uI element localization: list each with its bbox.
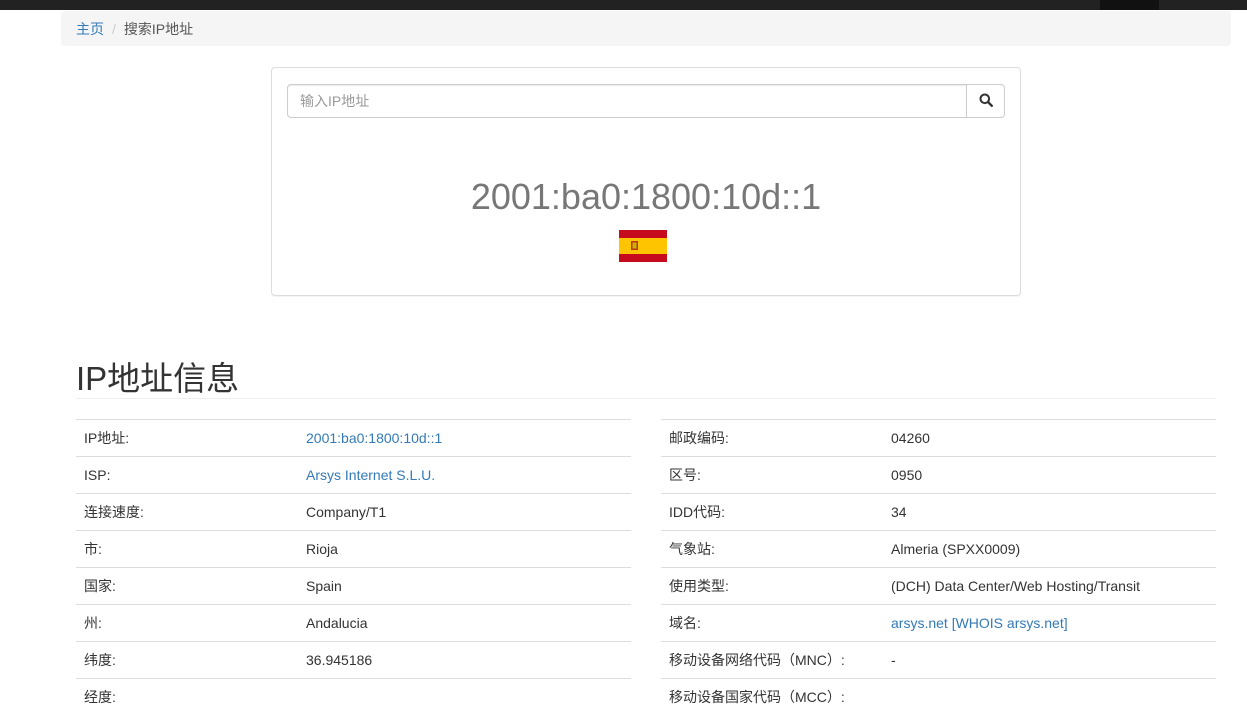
spain-flag-icon bbox=[619, 230, 667, 262]
row-label: 国家: bbox=[76, 567, 298, 605]
ip-info-table-right: 邮政编码: 04260 区号: 0950 IDD代码: 34 气象站: Almeria (SP… bbox=[661, 419, 1216, 716]
row-value: Almeria (SPXX0009) bbox=[891, 541, 1021, 557]
row-value-cell: 0950 bbox=[883, 456, 1216, 494]
row-value: 34 bbox=[891, 504, 907, 520]
table-row: ISP: Arsys Internet S.L.U. bbox=[76, 456, 631, 494]
search-panel: 2001:ba0:1800:10d::1 bbox=[271, 67, 1021, 296]
navbar-active-item[interactable] bbox=[1100, 0, 1159, 10]
breadcrumb-current: 搜索IP地址 bbox=[123, 20, 194, 37]
table-row: 移动设备国家代码（MCC）: bbox=[661, 678, 1216, 716]
row-label: 纬度: bbox=[76, 641, 298, 679]
row-value-cell: 36.945186 bbox=[298, 641, 631, 679]
table-row: 区号: 0950 bbox=[661, 456, 1216, 494]
row-label: 区号: bbox=[661, 456, 883, 494]
row-value-cell: Arsys Internet S.L.U. bbox=[298, 456, 631, 494]
row-value: 0950 bbox=[891, 467, 923, 483]
row-value: Company/T1 bbox=[306, 504, 387, 520]
row-value: (DCH) Data Center/Web Hosting/Transit bbox=[891, 578, 1140, 594]
row-label: 市: bbox=[76, 530, 298, 568]
row-label: 邮政编码: bbox=[661, 419, 883, 457]
row-label: 州: bbox=[76, 604, 298, 642]
row-value-cell: Almeria (SPXX0009) bbox=[883, 530, 1216, 568]
section-title: IP地址信息 bbox=[76, 360, 240, 397]
row-value: Andalucia bbox=[306, 615, 368, 631]
row-value-link[interactable]: Arsys Internet S.L.U. bbox=[306, 467, 435, 483]
row-value-cell: 04260 bbox=[883, 419, 1216, 457]
table-row: 移动设备网络代码（MNC）: - bbox=[661, 641, 1216, 679]
row-label: 移动设备网络代码（MNC）: bbox=[661, 641, 883, 679]
row-value-link[interactable]: arsys.net [WHOIS arsys.net] bbox=[891, 615, 1068, 631]
row-value: Rioja bbox=[306, 541, 338, 557]
row-label: ISP: bbox=[76, 456, 298, 494]
row-value-link[interactable]: 2001:ba0:1800:10d::1 bbox=[306, 430, 442, 446]
table-row: IDD代码: 34 bbox=[661, 493, 1216, 531]
table-row: 经度: bbox=[76, 678, 631, 716]
table-row: 州: Andalucia bbox=[76, 604, 631, 642]
row-label: 移动设备国家代码（MCC）: bbox=[661, 678, 883, 716]
table-row: 气象站: Almeria (SPXX0009) bbox=[661, 530, 1216, 568]
row-label: 使用类型: bbox=[661, 567, 883, 605]
row-value-cell: - bbox=[883, 641, 1216, 679]
row-label: 经度: bbox=[76, 678, 298, 716]
table-row: 域名: arsys.net [WHOIS arsys.net] bbox=[661, 604, 1216, 642]
title-divider bbox=[76, 398, 1216, 399]
row-label: IDD代码: bbox=[661, 493, 883, 531]
row-value-cell: arsys.net [WHOIS arsys.net] bbox=[883, 604, 1216, 642]
row-value-cell: 2001:ba0:1800:10d::1 bbox=[298, 419, 631, 457]
row-value: 04260 bbox=[891, 430, 930, 446]
search-button[interactable] bbox=[966, 84, 1005, 118]
table-row: 纬度: 36.945186 bbox=[76, 641, 631, 679]
table-row: 使用类型: (DCH) Data Center/Web Hosting/Trans… bbox=[661, 567, 1216, 605]
search-group bbox=[287, 84, 1005, 118]
row-label: IP地址: bbox=[76, 419, 298, 457]
breadcrumb: 主页 / 搜索IP地址 bbox=[61, 11, 1231, 46]
row-value-cell: Andalucia bbox=[298, 604, 631, 642]
ip-info-table-left: IP地址: 2001:ba0:1800:10d::1ISP: Arsys Inter… bbox=[76, 419, 631, 716]
table-row: IP地址: 2001:ba0:1800:10d::1 bbox=[76, 419, 631, 457]
breadcrumb-home-link[interactable]: 主页 bbox=[76, 19, 104, 39]
row-label: 气象站: bbox=[661, 530, 883, 568]
row-value-cell: 34 bbox=[883, 493, 1216, 531]
row-value-cell bbox=[298, 678, 631, 716]
top-navbar bbox=[0, 0, 1247, 10]
row-label: 连接速度: bbox=[76, 493, 298, 531]
row-value-cell: Spain bbox=[298, 567, 631, 605]
row-value: - bbox=[891, 652, 896, 668]
table-row: 市: Rioja bbox=[76, 530, 631, 568]
table-row: 邮政编码: 04260 bbox=[661, 419, 1216, 457]
row-label: 域名: bbox=[661, 604, 883, 642]
table-row: 连接速度: Company/T1 bbox=[76, 493, 631, 531]
breadcrumb-separator: / bbox=[112, 20, 116, 37]
row-value-cell bbox=[883, 678, 1216, 716]
row-value-cell: (DCH) Data Center/Web Hosting/Transit bbox=[883, 567, 1216, 605]
row-value: 36.945186 bbox=[306, 652, 373, 668]
row-value: Spain bbox=[306, 578, 342, 594]
row-value-cell: Company/T1 bbox=[298, 493, 631, 531]
search-icon bbox=[979, 93, 993, 110]
ip-search-input[interactable] bbox=[287, 84, 966, 118]
table-row: 国家: Spain bbox=[76, 567, 631, 605]
ip-address-display: 2001:ba0:1800:10d::1 bbox=[470, 176, 822, 217]
row-value-cell: Rioja bbox=[298, 530, 631, 568]
